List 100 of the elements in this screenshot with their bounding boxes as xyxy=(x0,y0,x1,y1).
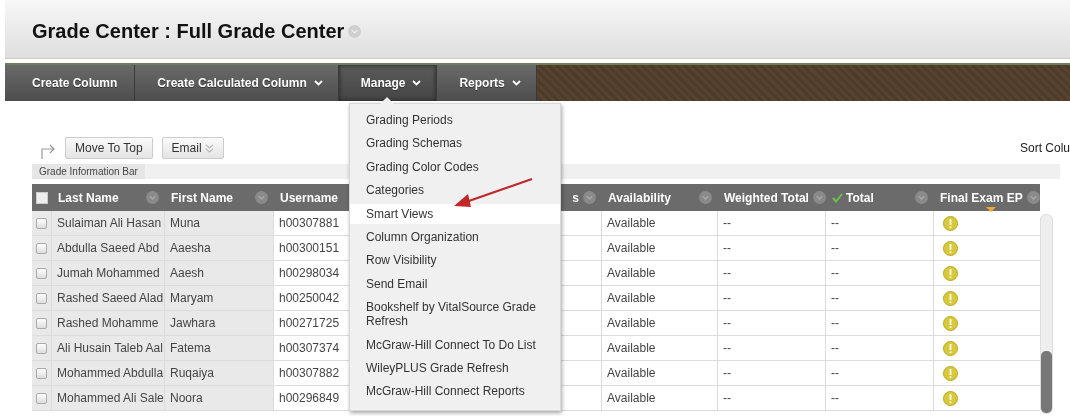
table-cell: Sulaiman Ali Hasan xyxy=(57,216,162,230)
menu-item[interactable]: Grading Periods xyxy=(350,110,560,130)
menu-item[interactable]: McGraw-Hill Connect To Do List xyxy=(350,334,560,355)
menu-item[interactable]: Row Visibility xyxy=(350,250,560,271)
page-title: Grade Center : Full Grade Center xyxy=(32,20,345,43)
table-cell: Jumah Mohammed xyxy=(57,266,160,280)
column-menu-icon[interactable] xyxy=(699,191,712,204)
row-checkbox[interactable] xyxy=(36,392,47,404)
column-menu-icon[interactable] xyxy=(255,191,268,204)
nav-menu-button[interactable]: Create Column xyxy=(5,65,136,101)
exclamation-icon[interactable] xyxy=(943,240,958,256)
table-cell: h00307881 xyxy=(279,216,340,230)
row-checkbox[interactable] xyxy=(36,292,47,304)
row-checkbox[interactable] xyxy=(36,217,47,229)
table-cell: -- xyxy=(723,366,731,380)
nav-menu-button[interactable]: Reports xyxy=(437,65,537,101)
table-cell: Ruqaiya xyxy=(170,366,215,380)
table-cell: Mohammed Ali Sale xyxy=(57,391,164,405)
double-chevron-icon xyxy=(204,143,214,153)
column-header[interactable]: Username xyxy=(280,190,339,205)
menu-item[interactable]: Send Email xyxy=(350,273,560,294)
menu-item[interactable]: Categories xyxy=(350,180,560,201)
table-cell: h00300151 xyxy=(279,241,340,255)
column-header[interactable]: Weighted Total xyxy=(724,190,809,205)
table-cell: Rashed Saeed Alad xyxy=(57,291,164,305)
table-cell: Available xyxy=(607,391,656,405)
table-cell: h00296849 xyxy=(279,391,340,405)
scrollbar[interactable] xyxy=(1040,214,1053,414)
table-cell: -- xyxy=(723,241,731,255)
chevron-down-icon xyxy=(412,80,422,86)
column-menu-icon[interactable] xyxy=(812,191,826,204)
table-cell: -- xyxy=(831,316,839,330)
title-menu-icon[interactable] xyxy=(348,25,362,38)
table-cell: Available xyxy=(607,216,656,230)
scrollbar-thumb[interactable] xyxy=(1041,351,1052,413)
table-cell: -- xyxy=(831,366,839,380)
table-cell: -- xyxy=(831,391,839,405)
column-menu-icon[interactable] xyxy=(1026,191,1040,204)
menu-item[interactable]: Column Organization xyxy=(350,226,560,247)
column-header[interactable]: Final Exam EP xyxy=(940,190,1023,205)
row-checkbox[interactable] xyxy=(36,242,47,254)
column-header[interactable]: Availability xyxy=(608,190,671,205)
chevron-down-icon xyxy=(313,80,323,86)
nav-menu-button[interactable]: Manage xyxy=(338,65,438,101)
sort-columns-label[interactable]: Sort Colu xyxy=(1019,141,1070,155)
table-cell: Available xyxy=(607,341,656,355)
column-header[interactable]: s xyxy=(572,190,579,205)
table-cell: h00250042 xyxy=(279,291,340,305)
table-cell: -- xyxy=(723,266,731,280)
info-bar-label: Grade Information Bar xyxy=(32,164,145,179)
table-cell: Rashed Mohamme xyxy=(57,316,159,330)
row-checkbox[interactable] xyxy=(36,367,47,379)
table-cell: Available xyxy=(607,241,656,255)
table-cell: Available xyxy=(607,316,656,330)
table-cell: Jawhara xyxy=(170,316,216,330)
table-cell: -- xyxy=(831,341,839,355)
table-cell: Muna xyxy=(170,216,201,230)
arrow-turn-icon xyxy=(40,143,56,159)
menu-item[interactable]: WileyPLUS Grade Refresh xyxy=(350,357,560,378)
dropdown-button[interactable]: Email xyxy=(161,137,224,159)
table-cell: Ali Husain Taleb Aal xyxy=(57,341,163,355)
menu-item[interactable]: Smart Views xyxy=(350,203,560,224)
table-cell: -- xyxy=(723,216,731,230)
exclamation-icon[interactable] xyxy=(943,365,958,381)
toolbar-button[interactable]: Move To Top xyxy=(65,137,153,159)
chevron-down-icon xyxy=(511,80,521,86)
row-checkbox[interactable] xyxy=(36,317,47,329)
table-cell: Maryam xyxy=(170,291,214,305)
exclamation-icon[interactable] xyxy=(943,290,958,306)
exclamation-icon[interactable] xyxy=(943,215,958,231)
table-cell: Available xyxy=(607,266,656,280)
table-cell: Available xyxy=(607,366,656,380)
table-cell: Mohammed Abdulla xyxy=(57,366,164,380)
menu-item[interactable]: McGraw-Hill Connect Reports xyxy=(350,381,560,402)
select-all-checkbox[interactable] xyxy=(36,191,48,204)
table-cell: Aaesh xyxy=(170,266,205,280)
column-header[interactable]: First Name xyxy=(171,190,234,205)
table-cell: Fatema xyxy=(170,341,211,355)
table-cell: h00307374 xyxy=(279,341,340,355)
row-checkbox[interactable] xyxy=(36,267,47,279)
exclamation-icon[interactable] xyxy=(943,390,958,406)
table-cell: Noora xyxy=(170,391,203,405)
menu-item[interactable]: Bookshelf by VitalSource Grade Refresh xyxy=(350,297,560,332)
table-cell: -- xyxy=(723,341,731,355)
exclamation-icon[interactable] xyxy=(943,315,958,331)
menu-item[interactable]: Grading Schemas xyxy=(350,133,560,154)
column-header[interactable]: Last Name xyxy=(58,190,119,205)
table-cell: -- xyxy=(831,216,839,230)
row-checkbox[interactable] xyxy=(36,342,47,354)
column-header[interactable]: Total xyxy=(846,190,874,205)
menu-item[interactable]: Grading Color Codes xyxy=(350,156,560,177)
column-menu-icon[interactable] xyxy=(146,191,159,204)
column-menu-icon[interactable] xyxy=(583,191,596,204)
exclamation-icon[interactable] xyxy=(943,265,958,281)
table-cell: -- xyxy=(723,316,731,330)
exclamation-icon[interactable] xyxy=(943,340,958,356)
column-menu-icon[interactable] xyxy=(915,191,928,204)
nav-menu-button[interactable]: Create Calculated Column xyxy=(135,65,339,101)
table-cell: h00271725 xyxy=(279,316,340,330)
table-cell: -- xyxy=(723,391,731,405)
